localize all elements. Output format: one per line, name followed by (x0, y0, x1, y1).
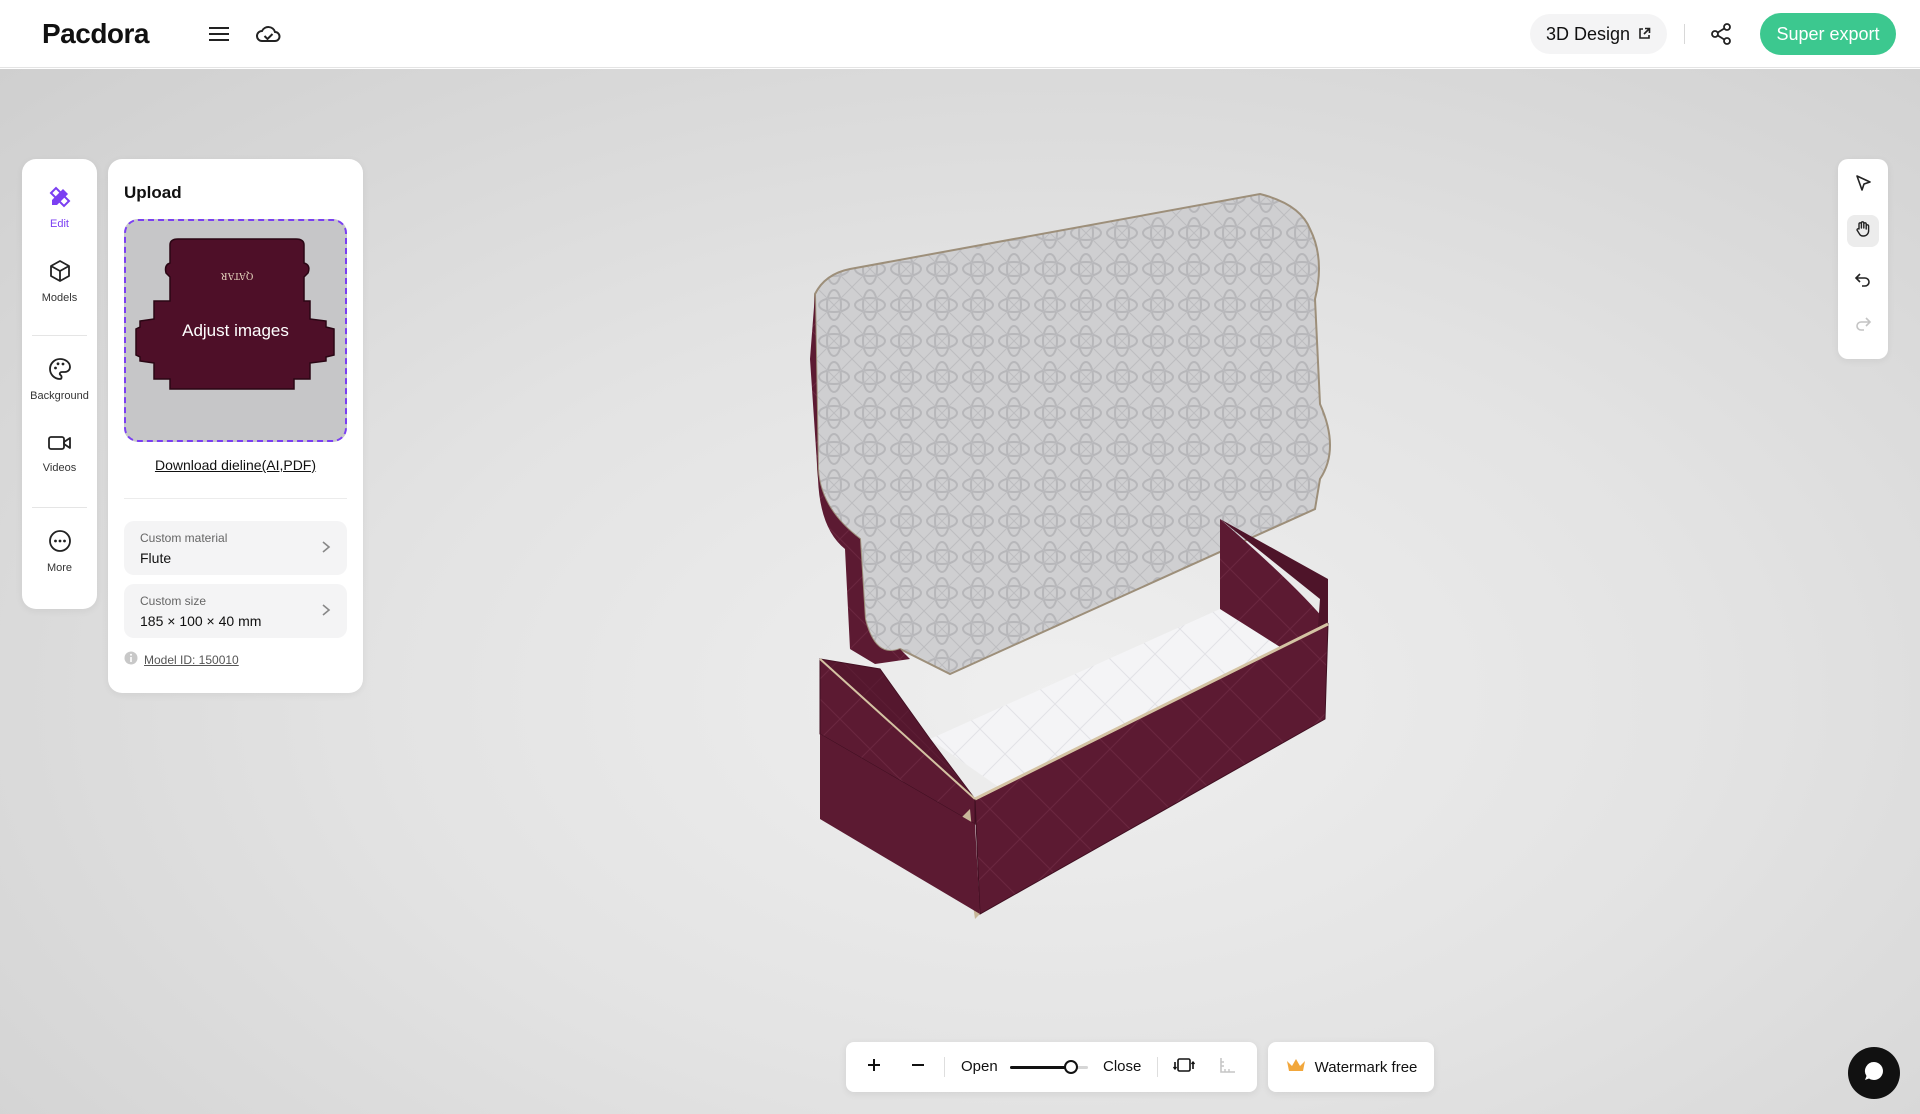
panel-divider (124, 498, 347, 499)
adjust-images-label[interactable]: Adjust images (126, 321, 345, 341)
custom-size-label: Custom size (140, 594, 207, 608)
undo-button[interactable] (1847, 265, 1879, 297)
fold-slider[interactable] (1010, 1056, 1088, 1078)
redo-icon (1854, 314, 1872, 337)
rail-label-models: Models (41, 291, 78, 304)
model-id-link[interactable]: Model ID: 150010 (144, 653, 239, 667)
custom-material-label: Custom material (140, 531, 228, 545)
chat-icon (1862, 1059, 1886, 1088)
custom-material-row[interactable]: Custom material Flute (124, 521, 347, 575)
rail-label-videos: Videos (42, 461, 77, 474)
fold-control-bar: Open Close (846, 1042, 1257, 1092)
share-icon[interactable] (1707, 20, 1735, 48)
chevron-right-icon (321, 540, 331, 559)
rail-label-background: Background (30, 389, 89, 402)
watermark-free-label: Watermark free (1314, 1058, 1418, 1076)
rail-item-more[interactable]: More (22, 521, 97, 581)
undo-icon (1854, 270, 1872, 293)
rail-label-edit: Edit (50, 217, 69, 230)
pacdora-logo[interactable]: Pacdora (42, 18, 150, 50)
minus-icon (911, 1058, 925, 1077)
3d-design-button[interactable]: 3D Design (1530, 14, 1668, 54)
menu-icon[interactable] (205, 20, 233, 48)
rail-item-videos[interactable]: Videos (22, 423, 97, 483)
more-icon (48, 529, 72, 558)
panel-title: Upload (124, 183, 182, 202)
upload-panel: Upload QATAR Adjust images Download diel… (108, 159, 363, 693)
3d-design-label: 3D Design (1546, 23, 1631, 44)
thumbnail-brand-text: QATAR (220, 270, 253, 281)
custom-size-row[interactable]: Custom size 185 × 100 × 40 mm (124, 584, 347, 638)
bar-divider (1157, 1057, 1158, 1077)
download-dieline-link[interactable]: Download dieline(AI,PDF) (108, 457, 363, 473)
plus-icon (867, 1058, 881, 1077)
top-header: Pacdora 3D Design Super export (0, 0, 1920, 68)
bar-divider (944, 1057, 945, 1077)
rail-item-models[interactable]: Models (22, 251, 97, 311)
open-box-label[interactable]: Open (961, 1058, 998, 1075)
custom-material-value: Flute (140, 550, 172, 566)
edit-icon (48, 185, 72, 214)
dieline-upload-area[interactable]: QATAR Adjust images (124, 219, 347, 442)
rail-divider (32, 335, 87, 336)
crown-icon (1285, 1057, 1307, 1077)
header-divider (1684, 24, 1685, 44)
chevron-right-icon (321, 603, 331, 622)
chat-support-button[interactable] (1848, 1047, 1900, 1099)
rail-item-edit[interactable]: Edit (22, 177, 97, 237)
cloud-icon[interactable] (254, 20, 282, 48)
watermark-free-button[interactable]: Watermark free (1268, 1042, 1434, 1092)
super-export-button[interactable]: Super export (1760, 13, 1896, 55)
ruler-icon (1218, 1055, 1238, 1080)
custom-size-value: 185 × 100 × 40 mm (140, 613, 262, 629)
pointer-icon (1854, 174, 1872, 197)
fold-slider-handle[interactable] (1064, 1060, 1079, 1074)
rail-item-background[interactable]: Background (22, 349, 97, 409)
rotate-view-icon (1172, 1056, 1196, 1079)
box-3d-preview[interactable] (780, 179, 1420, 939)
palette-icon (48, 357, 72, 386)
3d-viewport[interactable]: Edit Models Background Videos More Uploa… (0, 69, 1920, 1114)
zoom-in-button[interactable] (862, 1055, 886, 1079)
model-id-info: Model ID: 150010 (124, 651, 239, 668)
left-rail: Edit Models Background Videos More (22, 159, 97, 609)
video-icon (47, 433, 73, 458)
redo-button[interactable] (1847, 309, 1879, 341)
cube-icon (48, 259, 72, 288)
external-link-icon (1638, 24, 1651, 45)
pointer-tool-button[interactable] (1847, 169, 1879, 201)
fold-slider-fill (1010, 1066, 1072, 1069)
info-icon (124, 651, 138, 668)
dimension-button[interactable] (1216, 1055, 1240, 1079)
rail-label-more: More (46, 561, 73, 574)
hand-tool-button[interactable] (1847, 215, 1879, 247)
camera-rotate-button[interactable] (1172, 1055, 1196, 1079)
hand-icon (1854, 220, 1872, 243)
view-toolbar (1838, 159, 1888, 359)
rail-divider (32, 507, 87, 508)
zoom-out-button[interactable] (906, 1055, 930, 1079)
close-box-label[interactable]: Close (1103, 1058, 1141, 1075)
